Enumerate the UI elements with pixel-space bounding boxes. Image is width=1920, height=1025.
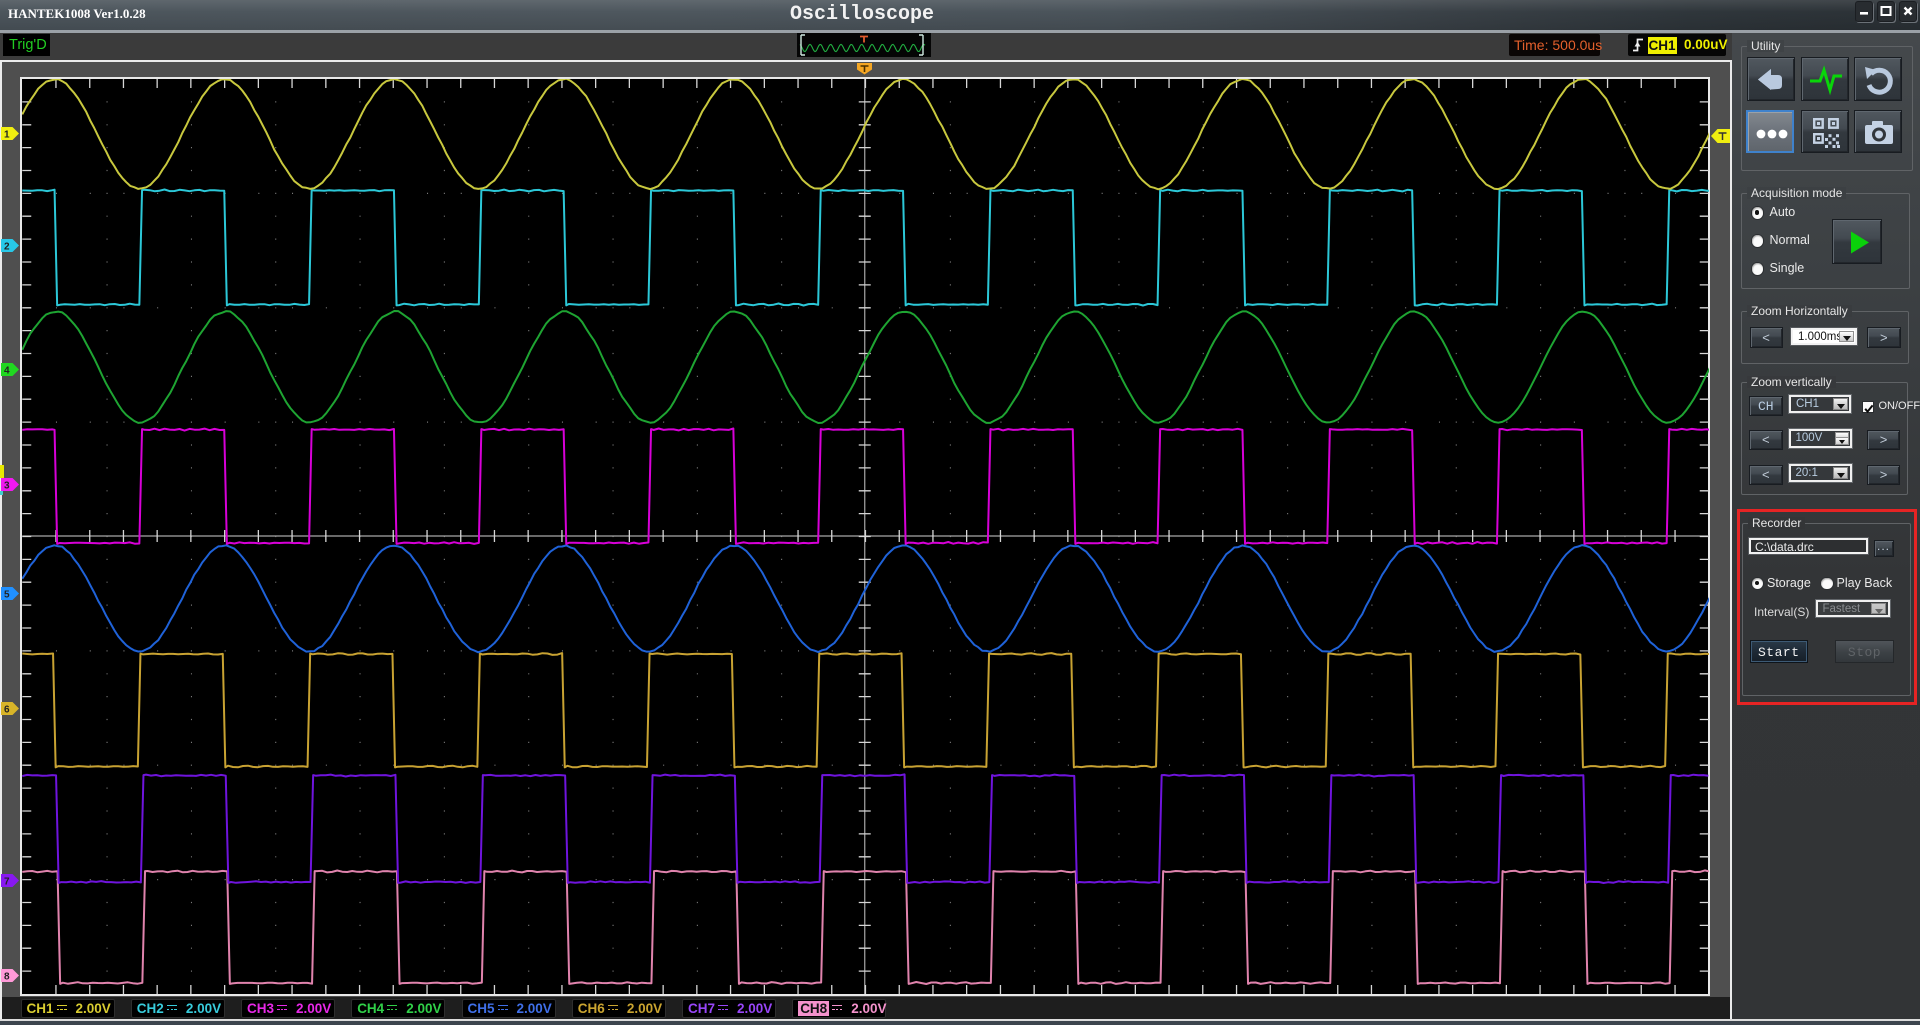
svg-text:8: 8 [4, 971, 10, 982]
svg-text:1: 1 [4, 129, 10, 140]
svg-text:5: 5 [4, 589, 10, 600]
svg-text:4: 4 [4, 365, 10, 376]
svg-text:6: 6 [4, 704, 10, 715]
svg-text:3: 3 [4, 480, 10, 491]
svg-text:7: 7 [4, 876, 10, 887]
svg-text:2: 2 [4, 241, 10, 252]
